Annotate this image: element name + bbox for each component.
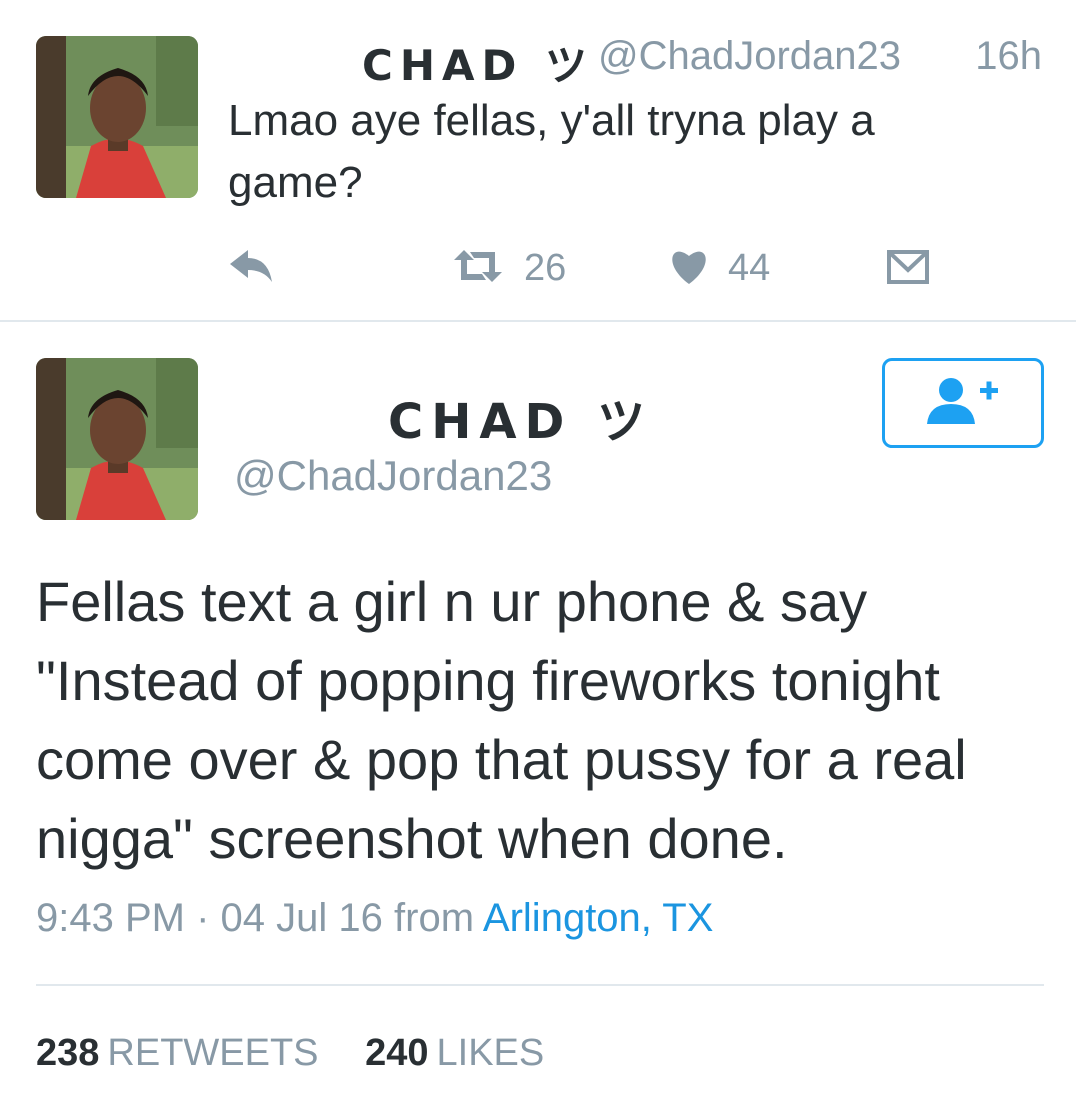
tweet-header: CHAD ツ @ChadJordan23 16h	[230, 32, 1050, 90]
retweet-button[interactable]: 26	[450, 245, 566, 291]
display-name[interactable]: CHAD ツ	[362, 32, 594, 93]
reply-icon	[228, 246, 274, 291]
like-count: 44	[728, 246, 771, 289]
tweet-text: Lmao aye fellas, y'all tryna play a game…	[228, 96, 875, 207]
tweet-text: Fellas text a girl n ur phone & say "Ins…	[36, 562, 1046, 878]
divider	[36, 984, 1044, 986]
location-link[interactable]: Arlington, TX	[483, 896, 714, 940]
tweet-text-line: Fellas text a girl n ur phone & say	[36, 570, 868, 633]
tweet-stats: 238 RETWEETS 240 LIKES	[36, 1032, 544, 1075]
tweet-actions: 26 44	[228, 245, 948, 295]
user-handle[interactable]: @ChadJordan23	[234, 452, 552, 500]
retweet-label: RETWEETS	[107, 1032, 319, 1074]
retweet-count: 26	[524, 246, 567, 289]
tweet-main: CHAD ツ @ChadJordan23 Fellas text a girl …	[0, 322, 1076, 1108]
user-handle[interactable]: @ChadJordan23	[598, 34, 901, 79]
like-label: LIKES	[436, 1032, 545, 1074]
from-label: from	[394, 896, 475, 940]
follow-button[interactable]	[882, 358, 1044, 448]
timestamp[interactable]: 16h	[975, 34, 1042, 79]
tweet-text-line: "Instead of popping fireworks tonight	[36, 649, 940, 712]
display-name[interactable]: CHAD ツ	[388, 382, 653, 452]
retweet-count: 238	[36, 1032, 100, 1074]
tweet-date: 04 Jul 16	[220, 896, 383, 940]
tweet-reply[interactable]: CHAD ツ @ChadJordan23 16h Lmao aye fellas…	[0, 0, 1076, 320]
tweet-time: 9:43 PM	[36, 896, 185, 940]
likes-stat[interactable]: 240 LIKES	[365, 1032, 544, 1074]
avatar[interactable]	[36, 358, 198, 520]
reply-button[interactable]	[228, 245, 274, 291]
tweet-text-line: come over & pop that pussy for a real	[36, 728, 967, 791]
heart-icon	[668, 246, 710, 291]
like-button[interactable]: 44	[668, 245, 770, 291]
dm-icon	[886, 246, 930, 291]
meta-separator: ·	[196, 896, 210, 940]
retweet-icon	[450, 246, 506, 291]
tweet-meta: 9:43 PM · 04 Jul 16 from Arlington, TX	[36, 896, 713, 941]
retweets-stat[interactable]: 238 RETWEETS	[36, 1032, 329, 1074]
like-count: 240	[365, 1032, 429, 1074]
tweet-text-line: nigga" screenshot when done.	[36, 807, 788, 870]
add-user-icon	[923, 374, 1003, 433]
avatar[interactable]	[36, 36, 198, 198]
dm-button[interactable]	[886, 245, 930, 291]
